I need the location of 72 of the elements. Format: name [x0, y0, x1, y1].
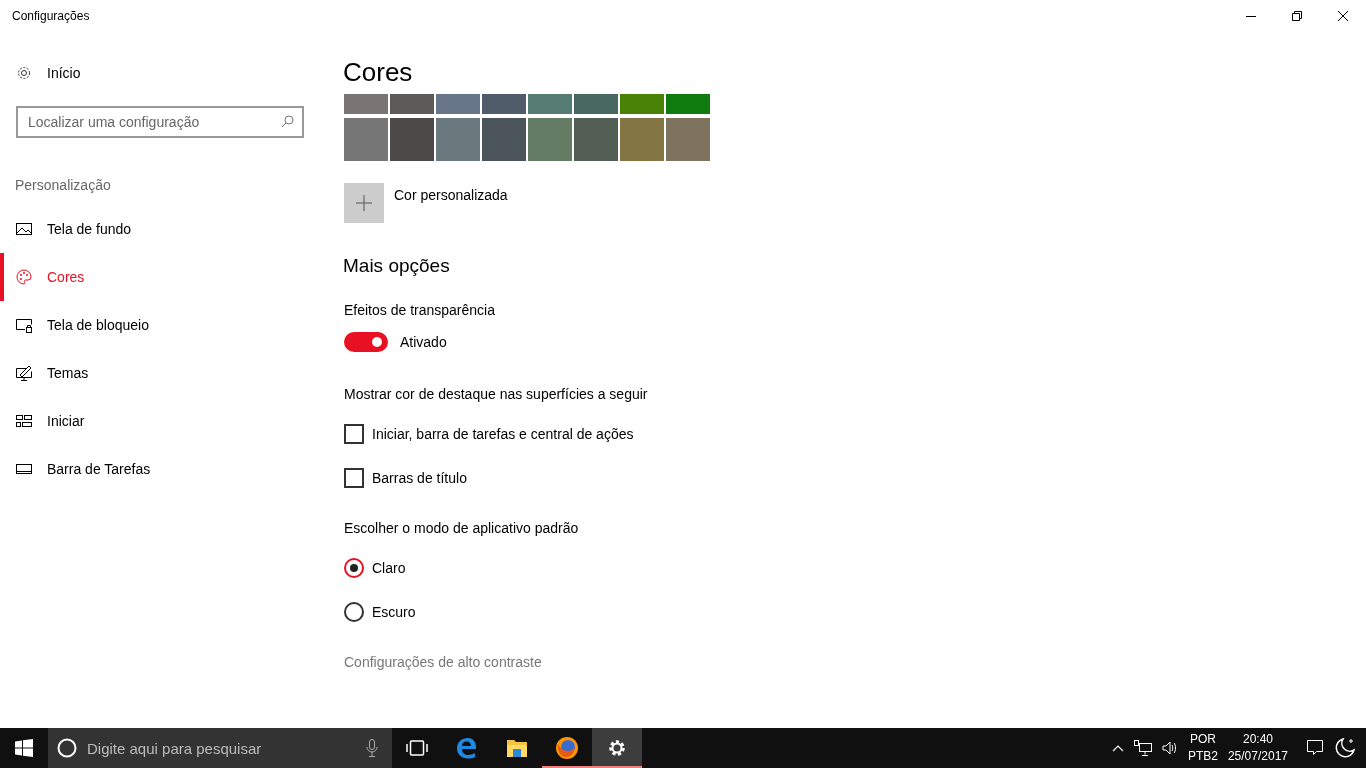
checkbox[interactable]	[344, 468, 364, 488]
circle-icon	[57, 738, 77, 758]
network-icon[interactable]	[1133, 740, 1152, 756]
color-swatch[interactable]	[666, 118, 710, 161]
clock[interactable]: 20:40 25/07/2017	[1227, 731, 1288, 765]
microphone-icon	[366, 739, 378, 757]
close-icon	[1338, 11, 1348, 21]
radio-button[interactable]	[344, 602, 364, 622]
home-link[interactable]: Início	[16, 52, 320, 94]
speaker-icon[interactable]	[1161, 741, 1178, 755]
lock-screen-icon	[16, 317, 32, 333]
color-swatch[interactable]	[620, 118, 664, 161]
moon-icon[interactable]	[1334, 737, 1356, 759]
section-heading: Mais opções	[343, 255, 451, 277]
color-swatch[interactable]	[390, 118, 434, 161]
palette-icon	[16, 269, 32, 285]
add-color-button[interactable]	[344, 183, 384, 223]
windows-logo	[15, 739, 33, 757]
window-title: Configurações	[11, 9, 90, 23]
browser-e-icon	[456, 737, 478, 759]
toggle-state: Ativado	[400, 334, 447, 350]
task-view-icon	[406, 740, 428, 756]
tiles-icon	[16, 413, 32, 429]
notification-icon[interactable]	[1306, 739, 1324, 757]
nav-item[interactable]: Iniciar	[0, 397, 320, 445]
nav-item[interactable]: Temas	[0, 349, 320, 397]
fox-globe-icon	[555, 736, 579, 760]
color-swatch[interactable]	[344, 94, 388, 114]
gear-icon	[16, 65, 32, 81]
nav-item[interactable]: Tela de bloqueio	[0, 301, 320, 349]
taskbar-search-field[interactable]: Digite aqui para pesquisar	[48, 728, 392, 768]
search-field[interactable]: Localizar uma configuração	[16, 106, 304, 138]
taskbar-app-button[interactable]	[592, 728, 642, 768]
nav-item[interactable]: Barra de Tarefas	[0, 445, 320, 493]
page-title: Cores	[343, 57, 414, 88]
color-swatch[interactable]	[436, 94, 480, 114]
color-swatch[interactable]	[390, 94, 434, 114]
nav-item[interactable]: Tela de fundo	[0, 205, 320, 253]
plus-icon	[356, 195, 372, 211]
toggle-switch[interactable]	[344, 332, 388, 352]
high-contrast-link[interactable]: Configurações de alto contraste	[344, 654, 542, 670]
checkbox-label: Iniciar, barra de tarefas e central de ações	[372, 426, 634, 442]
color-swatch[interactable]	[436, 118, 480, 161]
setting-label: Escolher o modo de aplicativo padrão	[344, 520, 580, 536]
taskbar-icon	[16, 461, 32, 477]
folder-icon	[506, 738, 528, 758]
radio-label: Claro	[372, 560, 406, 576]
color-swatch[interactable]	[666, 94, 710, 114]
color-swatch[interactable]	[482, 94, 526, 114]
color-swatch[interactable]	[620, 94, 664, 114]
setting-label: Efeitos de transparência	[344, 302, 496, 318]
custom-color-label: Cor personalizada	[394, 187, 508, 203]
language-indicator[interactable]: POR PTB2	[1187, 731, 1218, 765]
section-heading: Personalização	[15, 177, 112, 193]
setting-label: Mostrar cor de destaque nas superfícies a seguir	[344, 386, 649, 402]
color-swatch[interactable]	[574, 118, 618, 161]
color-swatch[interactable]	[574, 94, 618, 114]
chevron-up-icon[interactable]	[1111, 744, 1124, 752]
color-swatch[interactable]	[528, 118, 572, 161]
color-swatch[interactable]	[528, 94, 572, 114]
restore-icon	[1292, 11, 1302, 21]
settings-icon	[607, 738, 627, 758]
radio-label: Escuro	[372, 604, 416, 620]
monitor-brush-icon	[16, 365, 32, 381]
checkbox[interactable]	[344, 424, 364, 444]
color-swatch[interactable]	[482, 118, 526, 161]
nav-item[interactable]: Cores	[0, 253, 320, 301]
search-icon	[281, 115, 294, 128]
image-icon	[16, 221, 32, 237]
radio-button[interactable]	[344, 558, 364, 578]
checkbox-label: Barras de título	[372, 470, 467, 486]
color-swatch[interactable]	[344, 118, 388, 161]
